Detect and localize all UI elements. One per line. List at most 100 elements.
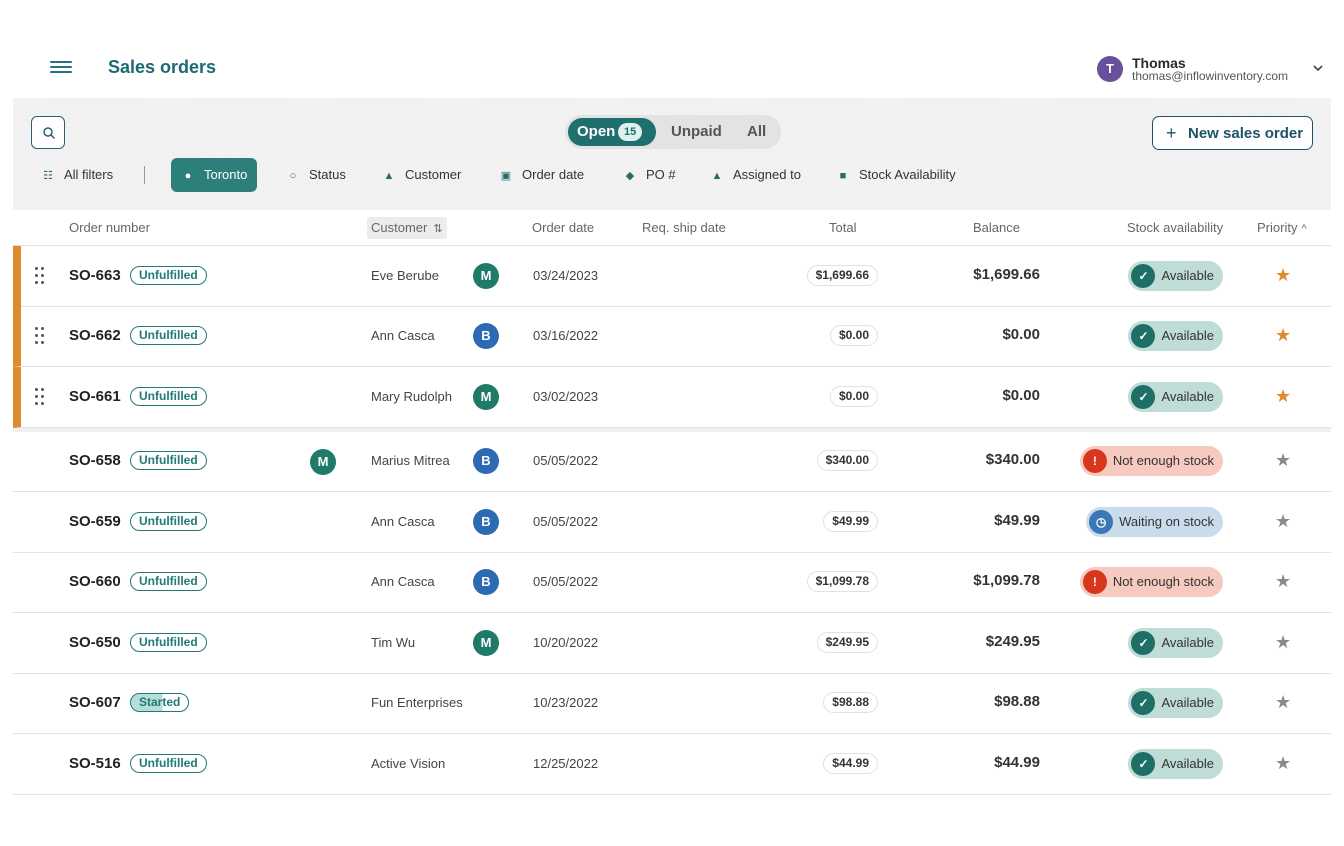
customer-name[interactable]: Ann Casca <box>371 574 435 589</box>
tab-all[interactable]: All <box>747 118 766 146</box>
user-menu[interactable]: T Thomas thomas@inflowinventory.com <box>1097 54 1327 84</box>
customer-name[interactable]: Mary Rudolph <box>371 389 452 404</box>
stock-availability-badge[interactable]: ✓ Available <box>1128 321 1223 351</box>
table-row[interactable]: SO-658 Unfulfilled M Marius Mitrea B 05/05/20… <box>13 431 1331 492</box>
order-number[interactable]: SO-659 <box>69 513 121 530</box>
total-amount: $1,099.78 <box>806 571 878 592</box>
check-icon: ✓ <box>1131 264 1156 288</box>
filter-customer[interactable]: ▲ Customer <box>382 158 462 192</box>
stock-availability-badge[interactable]: ! Not enough stock <box>1079 567 1223 597</box>
assignee-avatar: M <box>310 449 336 475</box>
order-number[interactable]: SO-663 <box>69 267 121 284</box>
tab-open-label: Open <box>577 123 616 140</box>
customer-name[interactable]: Active Vision <box>371 756 445 771</box>
stock-availability-badge[interactable]: ✓ Available <box>1128 749 1223 779</box>
order-number[interactable]: SO-661 <box>69 388 121 405</box>
calendar-icon: ▣ <box>500 170 512 182</box>
filter-all[interactable]: ☷ All filters <box>41 158 113 192</box>
filter-order-date[interactable]: ▣ Order date <box>499 158 584 192</box>
column-customer[interactable]: Customer ⇅ <box>367 217 447 239</box>
stock-availability-badge[interactable]: ◷ Waiting on stock <box>1086 507 1223 537</box>
drag-handle-icon[interactable] <box>35 386 45 408</box>
order-date: 05/05/2022 <box>533 514 599 529</box>
balance-amount: $44.99 <box>994 754 1040 771</box>
order-number[interactable]: SO-607 <box>69 694 121 711</box>
filter-toronto[interactable]: ● Toronto <box>171 158 258 192</box>
table-header: Order number Customer ⇅ Order date Req. s… <box>13 210 1331 246</box>
filter-po[interactable]: ◆ PO # <box>623 158 676 192</box>
stock-availability-label: Available <box>1161 268 1214 283</box>
stock-availability-badge[interactable]: ✓ Available <box>1128 688 1223 718</box>
priority-star-icon[interactable]: ★ <box>1275 326 1291 344</box>
customer-avatar: M <box>473 263 499 289</box>
order-number[interactable]: SO-662 <box>69 327 121 344</box>
table-row[interactable]: SO-661 Unfulfilled Mary Rudolph M 03/02/2023… <box>13 367 1331 428</box>
column-order-date[interactable]: Order date <box>532 210 594 246</box>
stock-availability-badge[interactable]: ✓ Available <box>1128 628 1223 658</box>
order-number[interactable]: SO-658 <box>69 452 121 469</box>
tab-unpaid[interactable]: Unpaid <box>671 118 722 146</box>
table-row[interactable]: SO-607 Started Fun Enterprises 10/23/2022 $9… <box>13 673 1331 734</box>
filter-stock-availability-label: Stock Availability <box>859 167 956 182</box>
customer-avatar: B <box>473 509 499 535</box>
order-number[interactable]: SO-516 <box>69 755 121 772</box>
customer-name[interactable]: Ann Casca <box>371 514 435 529</box>
clock-icon: ◷ <box>1089 510 1114 534</box>
order-date: 03/24/2023 <box>533 268 599 283</box>
new-sales-order-button[interactable]: + New sales order <box>1152 116 1313 150</box>
customer-avatar: M <box>473 630 499 656</box>
order-date: 05/05/2022 <box>533 574 599 589</box>
customer-name[interactable]: Fun Enterprises <box>371 695 463 710</box>
customer-name[interactable]: Eve Berube <box>371 268 439 283</box>
order-number[interactable]: SO-660 <box>69 573 121 590</box>
stock-availability-badge[interactable]: ! Not enough stock <box>1079 446 1223 476</box>
filter-stock-availability[interactable]: ■ Stock Availability <box>836 158 956 192</box>
table-row[interactable]: SO-659 Unfulfilled Ann Casca B 05/05/2022 $49… <box>13 492 1331 553</box>
filter-assigned-to[interactable]: ▲ Assigned to <box>710 158 801 192</box>
location-pin-icon: ● <box>184 170 192 182</box>
check-icon: ✓ <box>1131 752 1156 776</box>
customer-name[interactable]: Ann Casca <box>371 328 435 343</box>
priority-star-icon[interactable]: ★ <box>1275 754 1291 772</box>
filter-status[interactable]: ○ Status <box>286 158 346 192</box>
tab-open-count: 15 <box>618 123 643 141</box>
customer-avatar: M <box>473 384 499 410</box>
priority-star-icon[interactable]: ★ <box>1275 512 1291 530</box>
priority-star-icon[interactable]: ★ <box>1275 693 1291 711</box>
filter-order-date-label: Order date <box>522 167 585 182</box>
filter-status-label: Status <box>309 167 346 182</box>
column-balance[interactable]: Balance <box>973 210 1020 246</box>
priority-star-icon[interactable]: ★ <box>1275 387 1291 405</box>
customer-name[interactable]: Tim Wu <box>371 635 415 650</box>
total-amount: $0.00 <box>829 386 878 407</box>
table-row[interactable]: SO-516 Unfulfilled Active Vision 12/25/2022… <box>13 734 1331 795</box>
tab-open[interactable]: Open 15 <box>568 118 656 146</box>
column-req-ship-date[interactable]: Req. ship date <box>642 210 726 246</box>
priority-star-icon[interactable]: ★ <box>1275 572 1291 590</box>
order-date: 03/02/2023 <box>533 389 599 404</box>
hamburger-icon[interactable] <box>50 58 72 78</box>
check-icon: ✓ <box>1131 631 1156 655</box>
stock-availability-badge[interactable]: ✓ Available <box>1128 261 1223 291</box>
column-priority[interactable]: Priority ^ <box>1257 210 1307 246</box>
table-row[interactable]: SO-660 Unfulfilled Ann Casca B 05/05/2022 $1,… <box>13 552 1331 613</box>
table-row[interactable]: SO-663 Unfulfilled Eve Berube M 03/24/2023 $1… <box>13 246 1331 307</box>
status-badge: Started <box>130 693 190 712</box>
table-row[interactable]: SO-662 Unfulfilled Ann Casca B 03/16/2022 $0.… <box>13 306 1331 367</box>
column-stock-availability[interactable]: Stock availability <box>1127 210 1223 246</box>
column-total[interactable]: Total <box>829 210 856 246</box>
priority-star-icon[interactable]: ★ <box>1275 266 1291 284</box>
chevron-down-icon[interactable] <box>1311 61 1325 75</box>
drag-handle-icon[interactable] <box>35 325 45 347</box>
total-amount: $0.00 <box>829 325 878 346</box>
priority-star-icon[interactable]: ★ <box>1275 633 1291 651</box>
status-badge: Unfulfilled <box>130 266 207 285</box>
column-order-number[interactable]: Order number <box>69 210 150 246</box>
stock-availability-badge[interactable]: ✓ Available <box>1128 382 1223 412</box>
drag-handle-icon[interactable] <box>35 265 45 287</box>
customer-name[interactable]: Marius Mitrea <box>371 453 450 468</box>
table-row[interactable]: SO-650 Unfulfilled Tim Wu M 10/20/2022 $249.9… <box>13 613 1331 674</box>
priority-star-icon[interactable]: ★ <box>1275 451 1291 469</box>
search-button[interactable] <box>31 116 65 149</box>
order-number[interactable]: SO-650 <box>69 634 121 651</box>
